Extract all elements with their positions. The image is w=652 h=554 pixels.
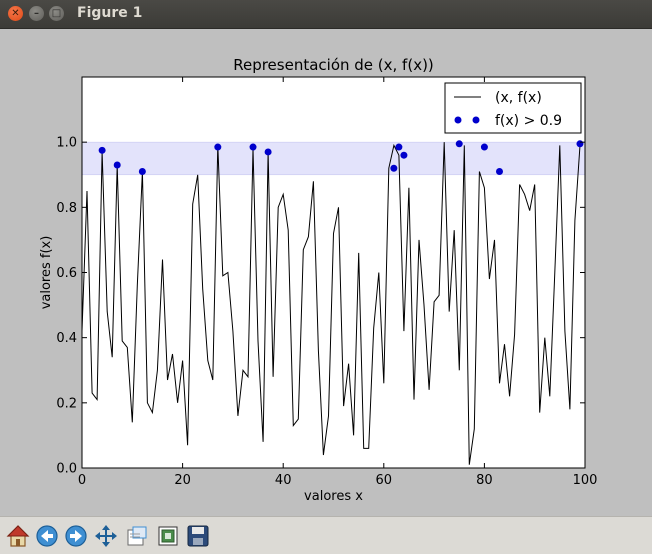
- chart: 0 20 40 60 80 100 0.0 0.2 0.4 0.6 0.8 1.0 Represent…: [3, 30, 649, 514]
- window-titlebar: ✕ – □ Figure 1: [0, 0, 652, 29]
- y-axis-label: valores f(x): [39, 236, 54, 310]
- legend: (x, f(x) f(x) > 0.9: [444, 82, 582, 134]
- y-tick-label: 0.6: [56, 266, 77, 281]
- figure-canvas: 0 20 40 60 80 100 0.0 0.2 0.4 0.6 0.8 1.0 Represent…: [3, 30, 649, 514]
- pan-button[interactable]: [93, 523, 119, 549]
- marker-point: [400, 151, 408, 159]
- y-tick-label: 0.0: [56, 462, 77, 477]
- chart-title: Representación de (x, f(x)): [233, 56, 434, 74]
- save-icon: [187, 525, 209, 547]
- legend-marker-swatch: [454, 116, 462, 124]
- subplots-button[interactable]: [155, 523, 181, 549]
- plot-area: [82, 77, 585, 468]
- legend-label-line: (x, f(x): [495, 90, 542, 106]
- zoom-button[interactable]: [124, 523, 150, 549]
- forward-button[interactable]: [63, 523, 89, 549]
- home-button[interactable]: [5, 523, 31, 549]
- navigation-toolbar: [0, 516, 652, 554]
- x-tick-label: 40: [275, 473, 292, 488]
- zoom-icon: [127, 526, 147, 546]
- minimize-window-button[interactable]: –: [29, 6, 44, 21]
- marker-point: [138, 167, 146, 175]
- x-tick-label: 100: [573, 473, 598, 488]
- x-tick-label: 60: [376, 473, 393, 488]
- x-axis-label: valores x: [304, 489, 363, 504]
- close-window-button[interactable]: ✕: [8, 6, 23, 21]
- marker-point: [395, 143, 403, 151]
- save-button[interactable]: [185, 523, 211, 549]
- y-tick-label: 1.0: [56, 136, 77, 151]
- forward-icon: [65, 525, 87, 547]
- home-icon: [6, 525, 30, 547]
- x-tick-label: 20: [174, 473, 191, 488]
- marker-point: [98, 146, 106, 154]
- window-title: Figure 1: [77, 5, 143, 21]
- marker-point: [214, 143, 222, 151]
- legend-marker-swatch: [472, 116, 480, 124]
- maximize-window-button[interactable]: □: [49, 6, 64, 21]
- marker-point: [480, 143, 488, 151]
- y-tick-label: 0.4: [56, 331, 77, 346]
- y-tick-label: 0.2: [56, 396, 77, 411]
- marker-point: [576, 140, 584, 148]
- highlight-band: [81, 141, 586, 176]
- marker-point: [495, 167, 503, 175]
- subplots-icon: [158, 526, 178, 546]
- marker-point: [113, 161, 121, 169]
- back-icon: [36, 525, 58, 547]
- back-button[interactable]: [34, 523, 60, 549]
- y-tick-label: 0.8: [56, 201, 77, 216]
- pan-icon: [95, 525, 117, 547]
- x-tick-label: 80: [476, 473, 493, 488]
- marker-point: [264, 148, 272, 156]
- marker-point: [249, 143, 257, 151]
- marker-point: [390, 164, 398, 172]
- marker-point: [455, 140, 463, 148]
- x-tick-label: 0: [78, 473, 86, 488]
- legend-label-markers: f(x) > 0.9: [495, 113, 562, 129]
